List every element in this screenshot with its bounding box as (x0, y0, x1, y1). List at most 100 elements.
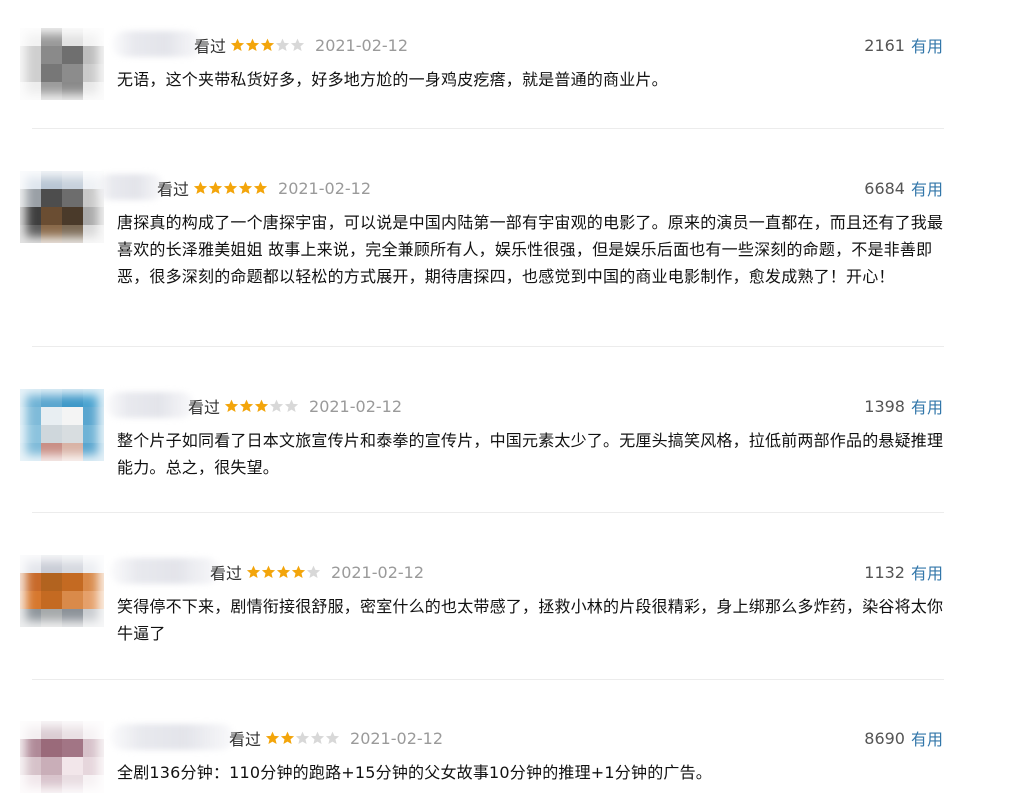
useful-button[interactable]: 有用 (911, 560, 943, 584)
star-filled-icon (230, 38, 245, 52)
rating-stars (246, 565, 321, 579)
avatar-pixel (20, 555, 41, 573)
avatar-pixel (62, 775, 83, 793)
avatar-pixel (83, 425, 104, 443)
vote-area: 2161 有用 (864, 33, 943, 57)
star-filled-icon (280, 731, 295, 745)
comment-text: 全剧136分钟：110分钟的跑路+15分钟的父女故事10分钟的推理+1分钟的广告… (117, 763, 712, 782)
avatar-pixel (62, 82, 83, 100)
avatar-pixel (41, 425, 62, 443)
avatar-pixel (20, 207, 41, 225)
vote-area: 1132 有用 (864, 560, 943, 584)
star-filled-icon (246, 565, 261, 579)
avatar[interactable] (20, 389, 104, 461)
avatar-pixel (20, 82, 41, 100)
comment-text: 唐探真的构成了一个唐探宇宙，可以说是中国内陆第一部有宇宙观的电影了。原来的演员一… (117, 213, 944, 286)
avatar-pixel (83, 82, 104, 100)
star-empty-icon (310, 731, 325, 745)
avatar-pixel (41, 591, 62, 609)
vote-count: 6684 (864, 178, 905, 198)
avatar-pixel (62, 389, 83, 407)
avatar[interactable] (20, 555, 104, 627)
star-empty-icon (325, 731, 340, 745)
comment-date: 2021-02-12 (331, 562, 424, 582)
comment-meta: 看过 2021-02-12 (210, 561, 424, 584)
username-blurred[interactable] (106, 392, 194, 418)
username-blurred[interactable] (112, 31, 202, 57)
avatar-pixel (62, 555, 83, 573)
avatar-pixel (62, 573, 83, 591)
avatar-pixel (62, 171, 83, 189)
comment-date: 2021-02-12 (350, 728, 443, 748)
avatar-pixel (62, 189, 83, 207)
username-blurred[interactable] (110, 724, 234, 750)
avatar-pixel (62, 64, 83, 82)
useful-button[interactable]: 有用 (911, 33, 943, 57)
username-blurred[interactable] (110, 558, 220, 584)
avatar-pixel (41, 775, 62, 793)
star-filled-icon (261, 565, 276, 579)
avatar[interactable] (20, 721, 104, 793)
avatar-pixel (41, 739, 62, 757)
avatar[interactable] (20, 28, 104, 100)
avatar-pixel (20, 739, 41, 757)
avatar-pixel (41, 64, 62, 82)
vote-area: 8690 有用 (864, 726, 943, 750)
useful-button[interactable]: 有用 (911, 176, 943, 200)
avatar-pixel (83, 28, 104, 46)
watched-label: 看过 (157, 180, 190, 199)
star-empty-icon (306, 565, 321, 579)
avatar-pixel (41, 207, 62, 225)
comment-text: 笑得停不下来，剧情衔接很舒服，密室什么的也太带感了，拯救小林的片段很精彩，身上绑… (117, 597, 944, 643)
avatar-pixel (20, 609, 41, 627)
avatar-pixel (20, 407, 41, 425)
avatar[interactable] (20, 171, 104, 243)
avatar-pixel (62, 407, 83, 425)
vote-count: 1132 (864, 562, 905, 582)
avatar-pixel (20, 757, 41, 775)
star-empty-icon (275, 38, 290, 52)
divider (32, 512, 944, 513)
avatar-pixel (62, 207, 83, 225)
avatar-pixel (41, 757, 62, 775)
avatar-pixel (83, 389, 104, 407)
avatar-pixel (62, 46, 83, 64)
avatar-pixel (20, 46, 41, 64)
star-empty-icon (290, 38, 305, 52)
avatar-pixel (62, 609, 83, 627)
avatar-pixel (41, 389, 62, 407)
useful-button[interactable]: 有用 (911, 726, 943, 750)
comment-meta: 看过 2021-02-12 (194, 34, 408, 57)
rating-stars (230, 38, 305, 52)
star-empty-icon (269, 399, 284, 413)
avatar-pixel (41, 407, 62, 425)
comment-list: 看过 2021-02-12 2161 有用 无语，这个夹带私货好多，好多地方尬的… (0, 0, 1019, 805)
comment-date: 2021-02-12 (315, 35, 408, 55)
star-filled-icon (276, 565, 291, 579)
comment-date: 2021-02-12 (278, 178, 371, 198)
comment-text: 无语，这个夹带私货好多，好多地方尬的一身鸡皮疙瘩，就是普通的商业片。 (117, 70, 668, 89)
comment-date: 2021-02-12 (309, 396, 402, 416)
star-filled-icon (265, 731, 280, 745)
star-empty-icon (295, 731, 310, 745)
avatar-pixel (62, 443, 83, 461)
avatar-pixel (20, 171, 41, 189)
avatar-pixel (62, 28, 83, 46)
divider (32, 346, 944, 347)
avatar-pixel (62, 721, 83, 739)
avatar-pixel (41, 189, 62, 207)
useful-button[interactable]: 有用 (911, 394, 943, 418)
star-filled-icon (291, 565, 306, 579)
star-filled-icon (223, 181, 238, 195)
avatar-pixel (20, 721, 41, 739)
avatar-pixel (20, 389, 41, 407)
watched-label: 看过 (229, 730, 262, 749)
avatar-pixel (20, 225, 41, 243)
username-blurred[interactable] (96, 174, 164, 200)
watched-label: 看过 (210, 564, 243, 583)
avatar-pixel (41, 573, 62, 591)
avatar-pixel (20, 591, 41, 609)
avatar-pixel (41, 28, 62, 46)
rating-stars (224, 399, 299, 413)
watched-label: 看过 (188, 398, 221, 417)
